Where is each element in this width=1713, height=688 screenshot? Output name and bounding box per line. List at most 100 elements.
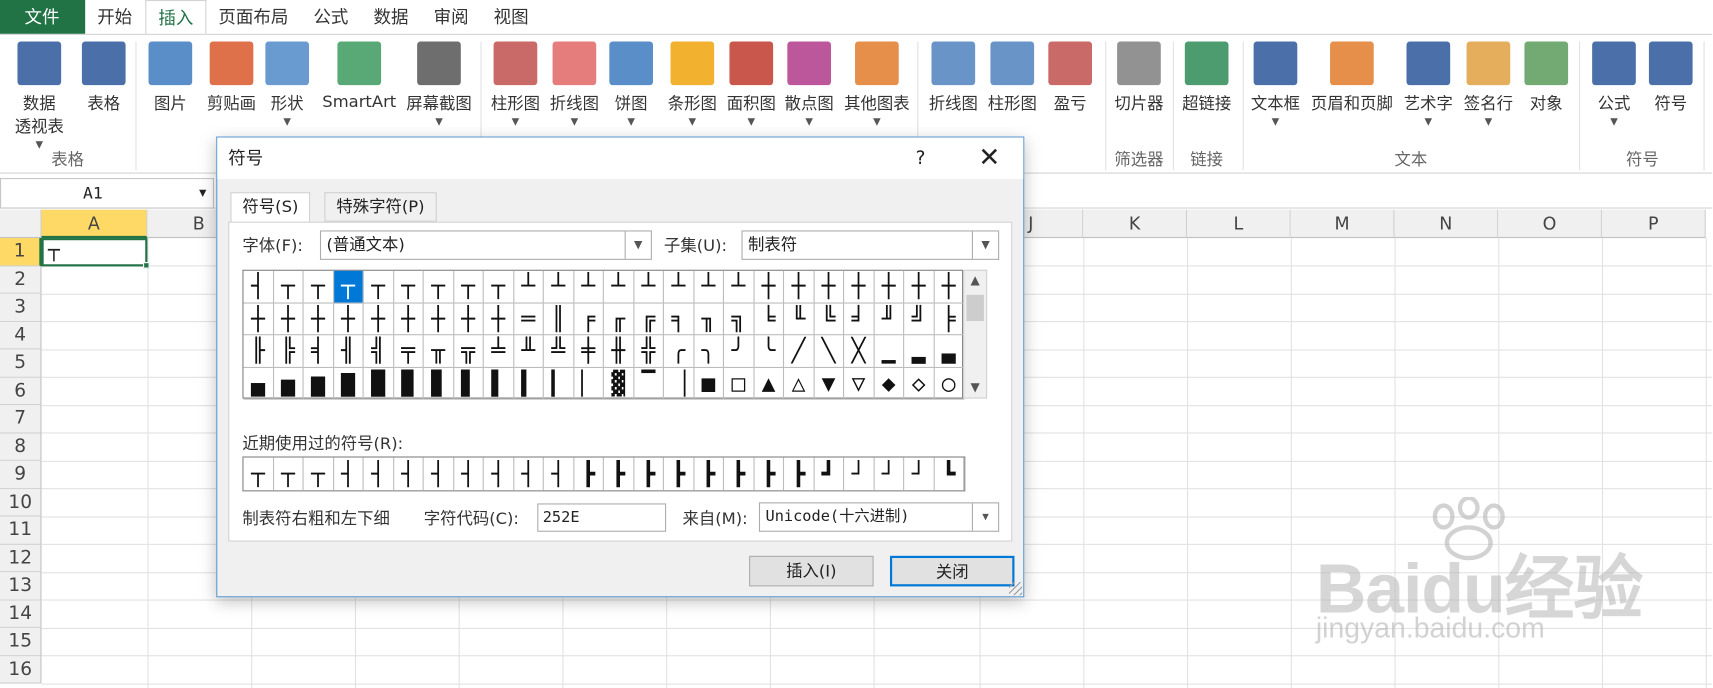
row-header[interactable]: 14: [0, 600, 42, 628]
chevron-down-icon[interactable]: ▼: [199, 179, 206, 207]
ribbon-button-21[interactable]: 艺术字 ▼: [1400, 41, 1457, 128]
chevron-down-icon[interactable]: ▼: [841, 117, 913, 128]
symbol-cell[interactable]: █: [363, 367, 394, 400]
tab-symbols[interactable]: 符号(S): [230, 192, 311, 223]
symbol-cell[interactable]: ▌: [483, 367, 514, 400]
ribbon-button-19[interactable]: 文本框 ▼: [1247, 41, 1304, 128]
ribbon-button-6[interactable]: 屏幕截图 ▼: [402, 41, 476, 128]
recent-symbol-cell[interactable]: ┣: [574, 457, 604, 491]
ribbon-button-4[interactable]: 形状 ▼: [262, 41, 312, 128]
tab-insert[interactable]: 插入: [145, 0, 207, 35]
ribbon-button-9[interactable]: 饼图 ▼: [607, 41, 655, 128]
symbol-cell[interactable]: ▲: [754, 367, 785, 400]
scroll-thumb[interactable]: [966, 294, 984, 322]
symbol-cell[interactable]: ┼: [934, 270, 965, 304]
chevron-down-icon[interactable]: ▼: [624, 231, 651, 259]
symbol-cell[interactable]: ▎: [543, 367, 574, 400]
symbol-cell[interactable]: ┬: [363, 270, 394, 304]
symbol-cell[interactable]: ▅: [273, 367, 304, 400]
symbol-cell[interactable]: ◇: [904, 367, 935, 400]
symbol-cell[interactable]: ┬: [273, 270, 304, 304]
row-header[interactable]: 3: [0, 293, 42, 322]
symbol-cell[interactable]: ╝: [904, 303, 935, 336]
symbol-cell[interactable]: ┼: [243, 303, 274, 336]
symbol-cell[interactable]: ○: [934, 367, 965, 400]
recent-symbol-cell[interactable]: ┣: [664, 457, 694, 491]
symbol-cell[interactable]: ┬: [453, 270, 484, 304]
symbol-cell[interactable]: ┬: [393, 270, 424, 304]
ribbon-button-13[interactable]: 其他图表 ▼: [841, 41, 913, 128]
symbol-cell[interactable]: ╭: [663, 335, 694, 368]
column-header[interactable]: O: [1498, 209, 1602, 239]
tab-formulas[interactable]: 公式: [301, 0, 361, 35]
tab-view[interactable]: 视图: [482, 0, 542, 35]
symbol-cell[interactable]: ╮: [693, 335, 724, 368]
recent-symbol-cell[interactable]: ┤: [394, 457, 424, 491]
symbol-cell[interactable]: ┼: [814, 270, 845, 304]
symbol-cell[interactable]: ╘: [754, 303, 785, 336]
ribbon-button-3[interactable]: 剪贴画: [201, 41, 262, 114]
close-button[interactable]: 关闭: [889, 555, 1015, 587]
tab-page-layout[interactable]: 页面布局: [206, 0, 301, 35]
symbol-cell[interactable]: ╙: [784, 303, 815, 336]
symbol-cell[interactable]: ╬: [633, 335, 664, 368]
symbol-cell[interactable]: ╨: [513, 335, 544, 368]
ribbon-button-7[interactable]: 柱形图 ▼: [487, 41, 544, 128]
symbol-cell[interactable]: ┼: [333, 303, 364, 336]
symbol-cell[interactable]: ┴: [513, 270, 544, 304]
symbol-cell[interactable]: ╓: [603, 303, 634, 336]
symbol-cell[interactable]: ╥: [423, 335, 454, 368]
symbol-cell[interactable]: ▃: [934, 335, 965, 368]
symbol-cell[interactable]: ╔: [633, 303, 664, 336]
symbol-cell[interactable]: ┼: [303, 303, 334, 336]
row-header[interactable]: 11: [0, 516, 42, 545]
symbol-cell[interactable]: ▊: [423, 367, 454, 400]
column-header[interactable]: A: [41, 209, 148, 239]
symbol-cell[interactable]: ▆: [303, 367, 334, 400]
row-header[interactable]: 13: [0, 572, 42, 601]
ribbon-button-15[interactable]: 柱形图: [985, 41, 1040, 114]
symbol-cell[interactable]: ┬: [333, 270, 364, 304]
ribbon-button-23[interactable]: 对象: [1524, 41, 1569, 114]
symbol-cell[interactable]: ╞: [934, 303, 965, 336]
resize-grip[interactable]: [1009, 582, 1023, 596]
symbol-cell[interactable]: ╫: [603, 335, 634, 368]
tab-review[interactable]: 审阅: [422, 0, 482, 35]
chevron-down-icon[interactable]: ▼: [1400, 117, 1457, 128]
symbol-cell[interactable]: ┼: [273, 303, 304, 336]
row-header[interactable]: 7: [0, 405, 42, 433]
recent-symbol-cell[interactable]: ┤: [424, 457, 454, 491]
symbol-cell[interactable]: ╛: [844, 303, 875, 336]
ribbon-button-5[interactable]: SmartArt: [319, 41, 400, 111]
symbol-cell[interactable]: ╦: [453, 335, 484, 368]
symbol-cell[interactable]: □: [723, 367, 755, 400]
ribbon-button-20[interactable]: 页眉和页脚: [1306, 41, 1398, 114]
ribbon-button-25[interactable]: 符号: [1647, 41, 1695, 114]
symbol-cell[interactable]: ┼: [784, 270, 815, 304]
ribbon-button-2[interactable]: 图片: [146, 41, 194, 114]
cell-a1[interactable]: ┬: [41, 238, 150, 269]
select-all-corner[interactable]: [0, 209, 42, 239]
symbol-cell[interactable]: ▕: [663, 367, 694, 400]
symbol-cell[interactable]: ▂: [904, 335, 935, 368]
recent-symbol-cell[interactable]: ┤: [514, 457, 544, 491]
recent-symbol-cell[interactable]: ┘: [844, 457, 875, 491]
symbol-cell[interactable]: ═: [513, 303, 544, 336]
recent-symbol-cell[interactable]: ┣: [724, 457, 755, 491]
symbol-cell[interactable]: ▓: [603, 367, 634, 400]
chevron-down-icon[interactable]: ▼: [723, 117, 780, 128]
symbol-cell[interactable]: ╕: [663, 303, 694, 336]
scroll-up-icon[interactable]: ▲: [964, 271, 986, 291]
symbol-cell[interactable]: ╚: [814, 303, 845, 336]
symbol-cell[interactable]: ▔: [633, 367, 664, 400]
tab-home[interactable]: 开始: [85, 0, 145, 35]
symbol-cell[interactable]: ╗: [723, 303, 755, 336]
symbol-cell[interactable]: ┼: [904, 270, 935, 304]
symbol-cell[interactable]: ▼: [814, 367, 845, 400]
row-header[interactable]: 4: [0, 321, 42, 350]
symbol-cell[interactable]: ╠: [273, 335, 304, 368]
column-header[interactable]: P: [1601, 209, 1706, 239]
symbol-cell[interactable]: ╱: [784, 335, 815, 368]
recent-symbol-cell[interactable]: ┬: [244, 457, 274, 491]
ribbon-button-18[interactable]: 超链接: [1177, 41, 1236, 114]
